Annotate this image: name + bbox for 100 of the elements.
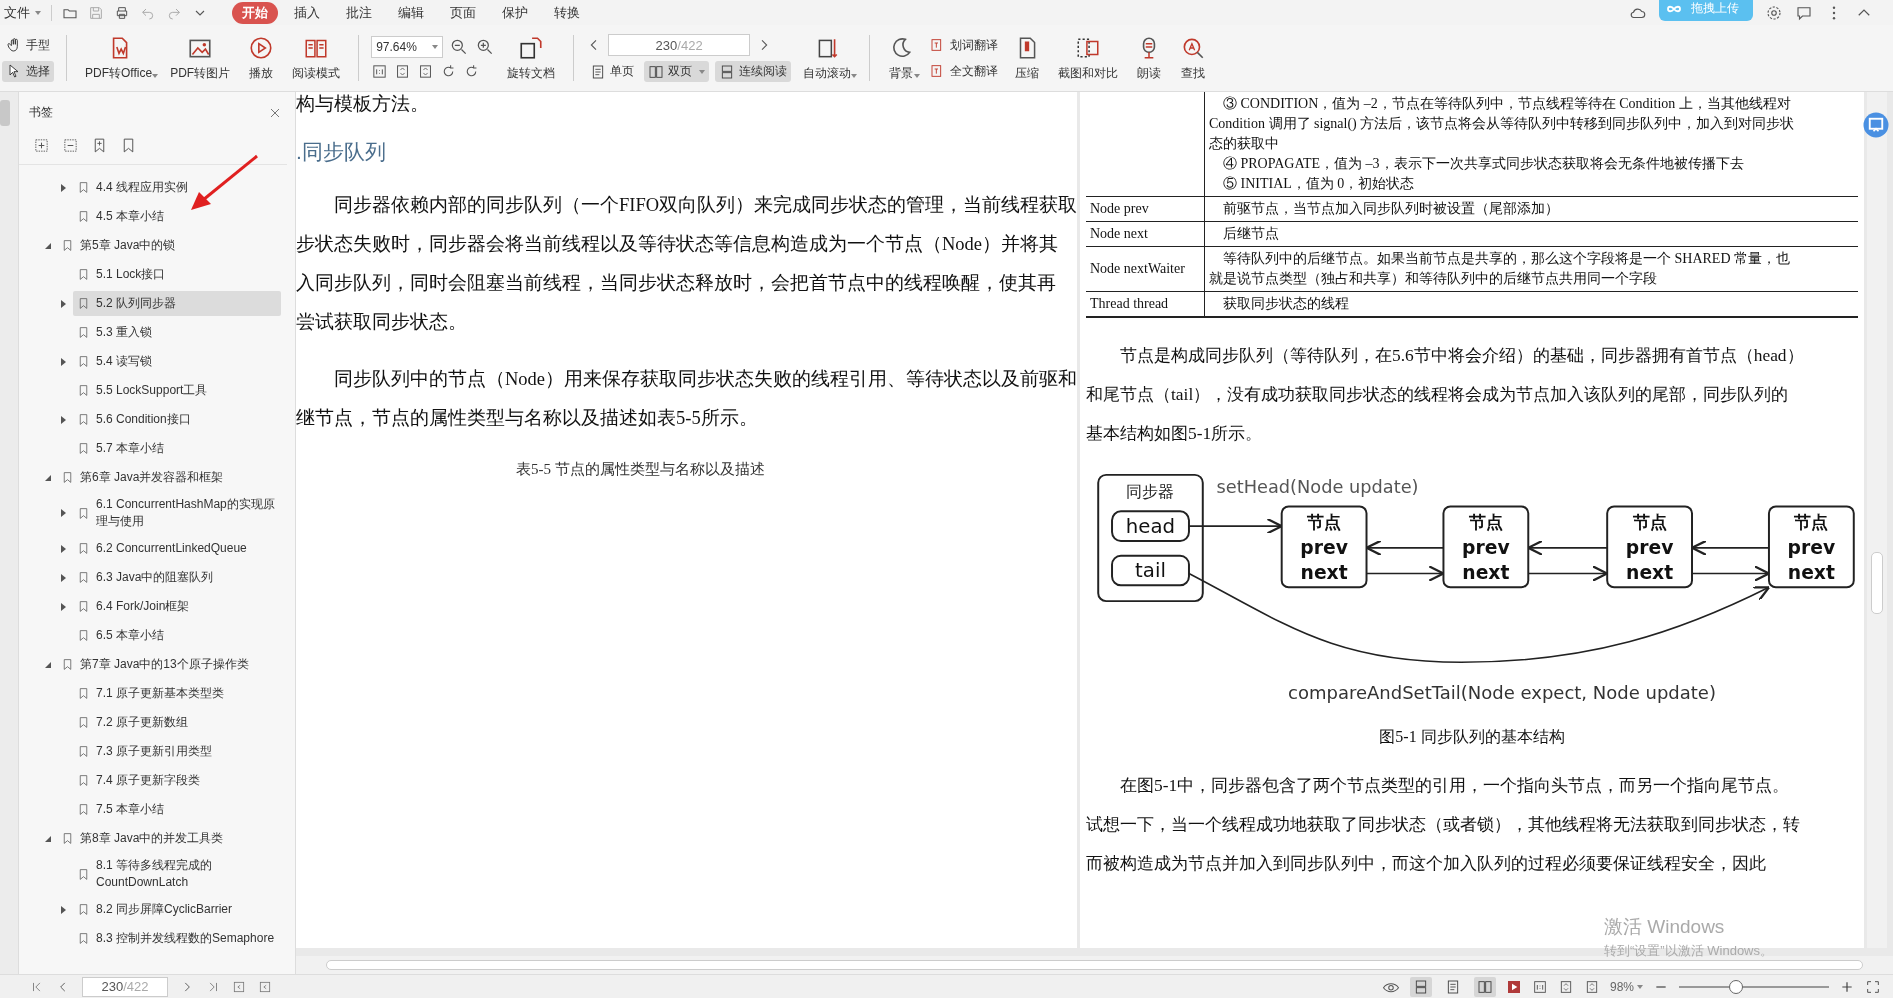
fullscreen-icon[interactable]	[1865, 978, 1881, 995]
collapsed-arrow-icon[interactable]	[61, 573, 66, 582]
bookmark-item[interactable]: 6.5 本章小结	[73, 623, 281, 648]
collapsed-arrow-icon[interactable]	[61, 905, 66, 914]
settings-icon[interactable]	[1765, 3, 1783, 22]
mode-button[interactable]: 手型	[2, 34, 54, 56]
ribbon-tab[interactable]: 保护	[492, 1, 538, 24]
actual-size-icon[interactable]	[371, 63, 389, 80]
file-menu[interactable]: 文件	[4, 3, 41, 22]
toolbar-button[interactable]: PDF转图片	[164, 32, 237, 84]
bookmark-icon	[61, 471, 74, 484]
scrollbar-thumb[interactable]	[326, 960, 1863, 970]
view-mode-button[interactable]: 单页	[586, 61, 639, 82]
ribbon-tab[interactable]: 编辑	[388, 1, 434, 24]
panel-title: 书签	[29, 104, 53, 121]
collapsed-arrow-icon[interactable]	[61, 183, 66, 192]
toolbar-button[interactable]: 朗读	[1130, 32, 1169, 84]
bookmark-item[interactable]: 7.5 本章小结	[73, 797, 281, 822]
bookmark-item[interactable]: 8.2 同步屏障CyclicBarrier	[73, 897, 281, 922]
mode-button[interactable]: 选择	[2, 60, 54, 82]
table-cell: ③ CONDITION，值为 –2，节点在等待队列中，节点线程等待在 Condition 上，当其他线程对 Condition 调用了 signal() 方法后，该节点将会从等待队列中转移到同步队列中，加入到对同步状 态的获取中 ④ PROPAGATE，值为 –3，表示下一次共享式同步状态获取将会无条件地被传播下去 ⑤ INITIAL，值为 0，初始状态	[1204, 92, 1858, 197]
toolbar-button[interactable]: 播放	[242, 32, 281, 84]
zoom-dropdown[interactable]: 97.64%	[371, 36, 444, 58]
bookmark-item[interactable]: 5.7 本章小结	[73, 436, 281, 461]
toolbar-button[interactable]: 截图和对比	[1052, 32, 1125, 84]
body-text: 同步队列中的节点（Node）用来保存获取同步状态失败的线程引用、等待状态以及前驱和 继节点，节点的属性类型与名称以及描述如表5-5所示。	[296, 368, 1077, 430]
body-text: 节点是构成同步队列（等待队列，在5.6节中将会介绍）的基础，同步器拥有首节点（head） 和尾节点（tail），没有成功获取同步状态的线程将会成为节点加入该队列的尾部，同步队列的 基本结构如图5-1所示。	[1086, 344, 1805, 445]
bookmark-item[interactable]: 5.6 Condition接口	[73, 407, 281, 432]
body-text: 在图5-1中，同步器包含了两个节点类型的引用，一个指向头节点，而另一个指向尾节点。 试想一下，当一个线程成功地获取了同步状态（或者锁），其他线程将无法获取到同步状态，转 而被构造成为节点并加入到同步队列中，而这个加入队列的过程必须要保证线程安全，因此	[1086, 774, 1801, 875]
bookmark-icon	[77, 181, 90, 194]
bookmark-item[interactable]: 7.1 原子更新基本类型类	[73, 681, 281, 706]
bookmark-item[interactable]: 7.3 原子更新引用类型	[73, 739, 281, 764]
printer-icon[interactable]	[114, 4, 130, 21]
expanded-arrow-icon[interactable]	[45, 661, 51, 668]
ribbon-tab[interactable]: 插入	[284, 1, 330, 24]
bookmark-item[interactable]: 第8章 Java中的并发工具类	[57, 826, 281, 851]
bookmark-item[interactable]: 5.1 Lock接口	[73, 262, 281, 287]
expand-all-icon[interactable]	[33, 137, 50, 154]
ribbon-tab[interactable]: 转换	[544, 1, 590, 24]
bookmark-item[interactable]: 8.3 控制并发线程数的Semaphore	[73, 926, 281, 951]
collapsed-arrow-icon[interactable]	[61, 415, 66, 424]
bookmark-icon	[77, 413, 90, 426]
view-mode-button[interactable]	[1473, 976, 1496, 997]
view-mode-button[interactable]: 双页	[644, 61, 710, 82]
activation-title: 激活 Windows	[1604, 915, 1726, 939]
bookmark-item[interactable]: 5.2 队列同步器	[73, 291, 281, 316]
collapsed-arrow-icon[interactable]	[61, 602, 66, 611]
caret-icon	[152, 73, 159, 78]
bookmark-item[interactable]: 6.2 ConcurrentLinkedQueue	[73, 536, 281, 561]
collapsed-arrow-icon[interactable]	[61, 509, 66, 517]
actual-size-icon[interactable]	[1531, 978, 1548, 995]
bookmark-icon	[77, 687, 90, 700]
bookmark-icon	[77, 716, 90, 729]
bookmark-item[interactable]: 第5章 Java中的锁	[57, 233, 281, 258]
collapsed-arrow-icon[interactable]	[61, 544, 66, 553]
collapsed-arrow-icon[interactable]	[61, 299, 66, 308]
bookmark-item[interactable]: 4.5 本章小结	[73, 204, 281, 229]
view-mode-button[interactable]	[1409, 976, 1432, 997]
bookmark-item[interactable]: 8.1 等待多线程完成的CountDownLatch	[73, 853, 281, 895]
bookmark-item[interactable]: 4.4 线程应用实例	[73, 175, 281, 200]
collapsed-arrow-icon[interactable]	[61, 357, 66, 366]
ribbon-tab[interactable]: 批注	[336, 1, 382, 24]
bookmark-item[interactable]: 5.4 读写锁	[73, 349, 281, 374]
page-number-field[interactable]: 230/422	[82, 976, 168, 997]
present-icon[interactable]	[1861, 110, 1891, 140]
bookmark-icon	[77, 297, 90, 310]
toolbar-button[interactable]: PDF转Office	[79, 32, 159, 84]
bookmark-item[interactable]: 6.3 Java中的阻塞队列	[73, 565, 281, 590]
toolbar-button[interactable]: 阅读模式	[286, 32, 347, 84]
scrollbar-thumb[interactable]	[1871, 552, 1883, 614]
view-mode-button[interactable]: 连续阅读	[715, 61, 792, 82]
collapse-all-icon[interactable]	[62, 137, 79, 154]
toolbar-button[interactable]: 压缩	[1008, 32, 1047, 84]
bookmark-item[interactable]: 6.4 Fork/Join框架	[73, 594, 281, 619]
translate-button[interactable]: 全文翻译	[926, 60, 1003, 82]
bookmark-item[interactable]: 6.1 ConcurrentHashMap的实现原理与使用	[73, 492, 281, 534]
activation-hint: 转到“设置”以激活 Windows。	[1604, 942, 1773, 960]
ribbon-tab[interactable]: 页面	[440, 1, 486, 24]
bookmark-item[interactable]: 5.3 重入锁	[73, 320, 281, 345]
panel-icon[interactable]	[258, 979, 272, 994]
table-cell: Thread thread	[1086, 291, 1205, 317]
bookmark-item[interactable]: 第6章 Java并发容器和框架	[57, 465, 281, 490]
zoom-dropdown[interactable]: 98%	[1609, 979, 1643, 994]
ribbon-tab[interactable]: 开始	[232, 1, 278, 24]
expanded-arrow-icon[interactable]	[45, 474, 51, 481]
toolbar-button[interactable]: 旋转文档	[501, 32, 562, 84]
bookmark-item[interactable]: 7.4 原子更新字段类	[73, 768, 281, 793]
expanded-arrow-icon[interactable]	[45, 835, 51, 842]
translate-button[interactable]: 划词翻译	[926, 34, 1003, 56]
page-number-field[interactable]: 230/422	[608, 34, 751, 56]
slideshow-icon[interactable]	[1505, 978, 1522, 995]
toolbar-button[interactable]: 自动滚动	[797, 32, 858, 84]
toolbar-button[interactable]: 查找	[1174, 32, 1213, 84]
body-text: 同步器依赖内部的同步队列（一个FIFO双向队列）来完成同步状态的管理，当前线程获取 步状态失败时，同步器会将当前线程以及等待状态等信息构造成为一个节点（Node）并将其 入同步队列，同时会阻塞当前线程，当同步状态释放时，会把首节点中的线程唤醒，使其再 尝试获取同步状态。	[296, 194, 1077, 334]
bookmark-item[interactable]: 第7章 Java中的13个原子操作类	[57, 652, 281, 677]
bookmark-item[interactable]: 5.5 LockSupport工具	[73, 378, 281, 403]
panel-icon[interactable]	[232, 979, 246, 994]
expanded-arrow-icon[interactable]	[45, 242, 51, 249]
bookmark-item[interactable]: 7.2 原子更新数组	[73, 710, 281, 735]
toolbar-button[interactable]: 背景	[882, 32, 921, 84]
